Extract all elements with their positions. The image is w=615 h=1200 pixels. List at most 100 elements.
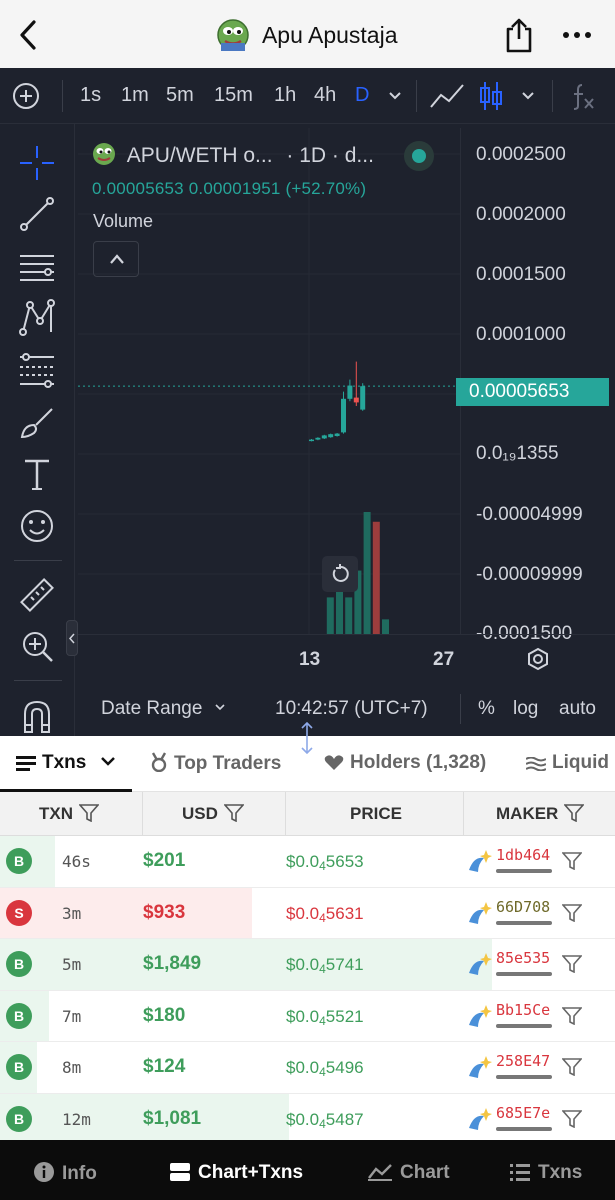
nav-chart[interactable]: Chart — [368, 1162, 450, 1184]
column-header-price[interactable]: PRICE — [350, 804, 402, 824]
clock-readout[interactable]: 10:42:57 (UTC+7) — [275, 698, 428, 720]
settings-icon[interactable] — [526, 647, 550, 671]
txn-list: B 46s $201 $0.045653 1db464 S 3m $933 $0.045631 6… — [0, 836, 615, 1140]
toolbar-divider — [14, 560, 62, 561]
nav-info[interactable]: Info — [34, 1162, 97, 1185]
horizontal-lines-icon[interactable] — [18, 247, 56, 285]
maker-activity-bar — [496, 1023, 552, 1028]
maker-activity-bar — [496, 972, 552, 977]
dropdown-icon[interactable] — [387, 90, 403, 102]
chart-pane[interactable]: APU/WETH o... · 1D · d... 0.00005653 0.0… — [78, 128, 615, 644]
column-header-maker[interactable]: MAKER — [496, 804, 585, 824]
medal-icon — [151, 752, 167, 772]
filter-icon[interactable] — [79, 804, 99, 822]
tab-liquidity[interactable]: Liquid — [526, 752, 609, 774]
fx-icon[interactable] — [570, 82, 596, 110]
filter-icon[interactable] — [562, 903, 582, 922]
table-row[interactable]: B 12m $1,081 $0.045487 685E7e — [0, 1094, 615, 1140]
filter-icon[interactable] — [562, 1006, 582, 1025]
add-icon[interactable] — [12, 82, 40, 110]
toolbar-divider — [14, 680, 62, 681]
interval-15m[interactable]: 15m — [214, 84, 253, 107]
time-axis[interactable]: 13 27 — [78, 634, 615, 682]
tab-label: Txns — [42, 752, 87, 773]
interval-1m[interactable]: 1m — [121, 84, 149, 107]
maker-address[interactable]: 258E47 — [496, 1052, 550, 1070]
table-row[interactable]: B 8m $124 $0.045496 258E47 — [0, 1042, 615, 1094]
chart-area: APU/WETH o... · 1D · d... 0.00005653 0.0… — [0, 124, 615, 736]
toolbar-collapse-toggle[interactable] — [66, 620, 78, 656]
interval-4h[interactable]: 4h — [314, 84, 336, 107]
interval-1s[interactable]: 1s — [80, 84, 101, 107]
collapse-indicators-button[interactable] — [93, 241, 139, 277]
interval-1h[interactable]: 1h — [274, 84, 296, 107]
filter-icon[interactable] — [562, 1110, 582, 1128]
price-digits: 5496 — [325, 1058, 364, 1078]
table-row[interactable]: S 3m $933 $0.045631 66D708 — [0, 887, 615, 940]
line-chart-icon[interactable] — [429, 83, 465, 109]
auto-toggle[interactable]: auto — [559, 698, 596, 720]
candles-icon[interactable] — [478, 80, 504, 112]
filter-icon[interactable] — [562, 852, 582, 870]
maker-address[interactable]: 1db464 — [496, 846, 550, 864]
reset-chart-button[interactable] — [322, 556, 358, 592]
log-toggle[interactable]: log — [513, 698, 538, 720]
nav-label: Chart+Txns — [198, 1162, 304, 1183]
date-range-button[interactable]: Date Range — [101, 698, 226, 720]
filter-icon[interactable] — [562, 955, 582, 974]
interval-5m[interactable]: 5m — [166, 84, 194, 107]
table-row[interactable]: B 5m $1,849 $0.045741 85e535 — [0, 939, 615, 991]
txn-usd: $201 — [143, 850, 186, 871]
maker-activity-bar — [496, 920, 552, 925]
dropdown-icon[interactable] — [520, 90, 536, 102]
filter-icon[interactable] — [223, 804, 244, 822]
tab-top-traders[interactable]: Top Traders — [150, 752, 281, 775]
chevron-down-icon — [215, 704, 225, 711]
emoji-icon[interactable] — [18, 507, 56, 545]
y-tick: 0.0002000 — [476, 204, 566, 225]
txn-age: 7m — [62, 1006, 82, 1026]
chart-txns-icon — [170, 1163, 190, 1181]
volume-bar — [326, 597, 334, 634]
footer-divider — [460, 694, 461, 724]
column-header-usd[interactable]: USD — [182, 804, 244, 824]
y-tick: -0.00009999 — [476, 564, 583, 585]
trend-line-icon[interactable] — [18, 195, 56, 233]
crosshair-icon[interactable] — [18, 144, 56, 182]
price-zero-count: 4 — [319, 1013, 326, 1028]
txn-age: 12m — [62, 1110, 91, 1129]
maker-address[interactable]: Bb15Ce — [496, 1001, 550, 1019]
interval-d[interactable]: D — [355, 84, 369, 107]
tab-txns[interactable]: Txns — [16, 752, 116, 774]
pattern-icon[interactable] — [18, 299, 56, 337]
heart-icon — [324, 755, 344, 770]
column-divider — [463, 792, 464, 836]
app-header: Apu Apustaja — [0, 0, 615, 68]
nav-chart-txns[interactable]: Chart+Txns — [170, 1162, 303, 1184]
ruler-icon[interactable] — [18, 576, 56, 614]
column-header-txn[interactable]: TXN — [39, 804, 99, 824]
share-icon[interactable] — [503, 17, 535, 53]
filter-icon[interactable] — [562, 1058, 582, 1077]
tab-holders[interactable]: Holders (1,328) — [324, 752, 486, 774]
symbol-name[interactable]: APU/WETH o... — [127, 144, 273, 167]
maker-address[interactable]: 85e535 — [496, 949, 550, 967]
resize-handle-icon[interactable] — [299, 722, 315, 754]
percent-toggle[interactable]: % — [478, 698, 495, 720]
table-row[interactable]: B 46s $201 $0.045653 1db464 — [0, 836, 615, 888]
table-row[interactable]: B 7m $180 $0.045521 Bb15Ce — [0, 990, 615, 1043]
ohlc-values: 0.00005653 0.00001951 (+52.70%) — [92, 179, 367, 198]
brush-icon[interactable] — [18, 403, 56, 441]
maker-address[interactable]: 685E7e — [496, 1104, 550, 1122]
more-icon[interactable] — [562, 27, 592, 43]
price-prefix: $0.0 — [286, 1058, 320, 1078]
filter-icon[interactable] — [564, 804, 585, 822]
nav-txns[interactable]: Txns — [510, 1162, 582, 1184]
text-icon[interactable] — [18, 455, 56, 493]
txn-price: $0.045521 — [286, 1007, 364, 1028]
zoom-in-icon[interactable] — [18, 627, 56, 665]
txn-type-badge: B — [6, 1106, 32, 1132]
magnet-icon[interactable] — [18, 696, 56, 734]
fib-icon[interactable] — [18, 351, 56, 389]
maker-address[interactable]: 66D708 — [496, 898, 550, 916]
